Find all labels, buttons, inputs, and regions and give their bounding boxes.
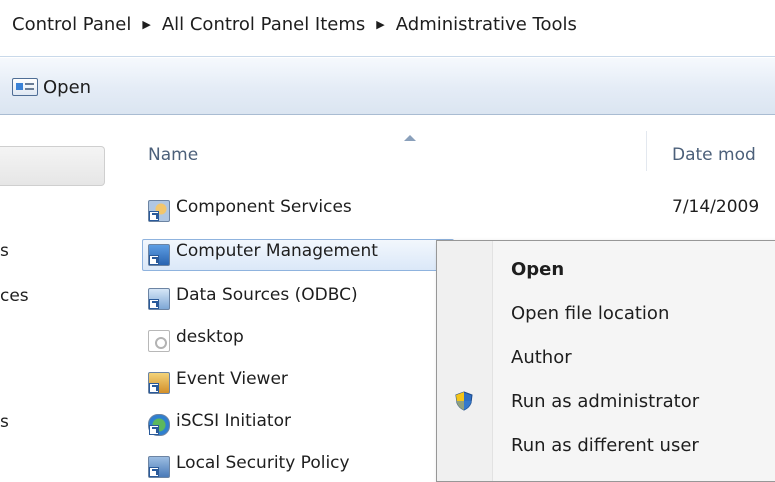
file-name: Computer Management <box>176 241 378 261</box>
menu-item-run-as-different-user[interactable]: Run as different user <box>437 425 775 467</box>
column-header-name[interactable]: Name <box>148 145 198 165</box>
component-services-icon <box>148 200 170 222</box>
menu-item-label: Open <box>511 259 565 280</box>
menu-item-open[interactable]: Open <box>437 249 775 291</box>
menu-item-label: Author <box>511 347 572 368</box>
file-name: desktop <box>176 327 244 347</box>
nav-item-fragment[interactable]: s <box>0 241 9 261</box>
command-bar: Open <box>0 58 775 115</box>
context-menu: Open Open file location Author Run as ad… <box>436 240 775 482</box>
menu-item-label: Run as administrator <box>511 391 700 412</box>
file-name: Data Sources (ODBC) <box>176 285 358 305</box>
uac-shield-icon <box>455 391 473 411</box>
data-sources-icon <box>148 288 170 310</box>
computer-management-icon <box>148 244 170 266</box>
menu-item-open-file-location[interactable]: Open file location <box>437 293 775 335</box>
address-bar[interactable]: Control Panel ▶ All Control Panel Items ▶ Ad… <box>0 0 775 57</box>
event-viewer-icon <box>148 372 170 394</box>
column-header-date[interactable]: Date mod <box>672 145 756 165</box>
local-security-policy-icon <box>148 456 170 478</box>
menu-item-run-as-administrator[interactable]: Run as administrator <box>437 381 775 423</box>
breadcrumb: Control Panel ▶ All Control Panel Items ▶ Ad… <box>12 14 577 35</box>
sort-ascending-icon <box>404 135 416 141</box>
breadcrumb-arrow-icon[interactable]: ▶ <box>376 18 384 31</box>
file-name: Event Viewer <box>176 369 288 389</box>
breadcrumb-admin-tools[interactable]: Administrative Tools <box>396 14 577 35</box>
nav-selected-item[interactable] <box>0 146 105 186</box>
file-name: Local Security Policy <box>176 453 350 473</box>
breadcrumb-arrow-icon[interactable]: ▶ <box>142 18 150 31</box>
file-name: Component Services <box>176 197 352 217</box>
open-button[interactable]: Open <box>12 74 91 100</box>
file-row[interactable]: Component Services 7/14/2009 <box>138 195 775 225</box>
menu-item-label: Open file location <box>511 303 670 324</box>
nav-item-fragment[interactable]: s <box>0 412 9 432</box>
navigation-pane: s ces s <box>0 115 122 469</box>
iscsi-icon <box>148 414 170 436</box>
menu-item-author[interactable]: Author <box>437 337 775 379</box>
breadcrumb-control-panel[interactable]: Control Panel <box>12 14 131 35</box>
nav-item-fragment[interactable]: ces <box>0 286 29 306</box>
file-name: iSCSI Initiator <box>176 411 291 431</box>
menu-item-label: Run as different user <box>511 435 699 456</box>
file-date: 7/14/2009 <box>672 197 760 217</box>
column-divider[interactable] <box>646 131 647 171</box>
open-button-label: Open <box>43 76 92 98</box>
breadcrumb-all-items[interactable]: All Control Panel Items <box>162 14 365 35</box>
open-icon <box>12 78 38 96</box>
desktop-ini-icon <box>148 330 170 352</box>
